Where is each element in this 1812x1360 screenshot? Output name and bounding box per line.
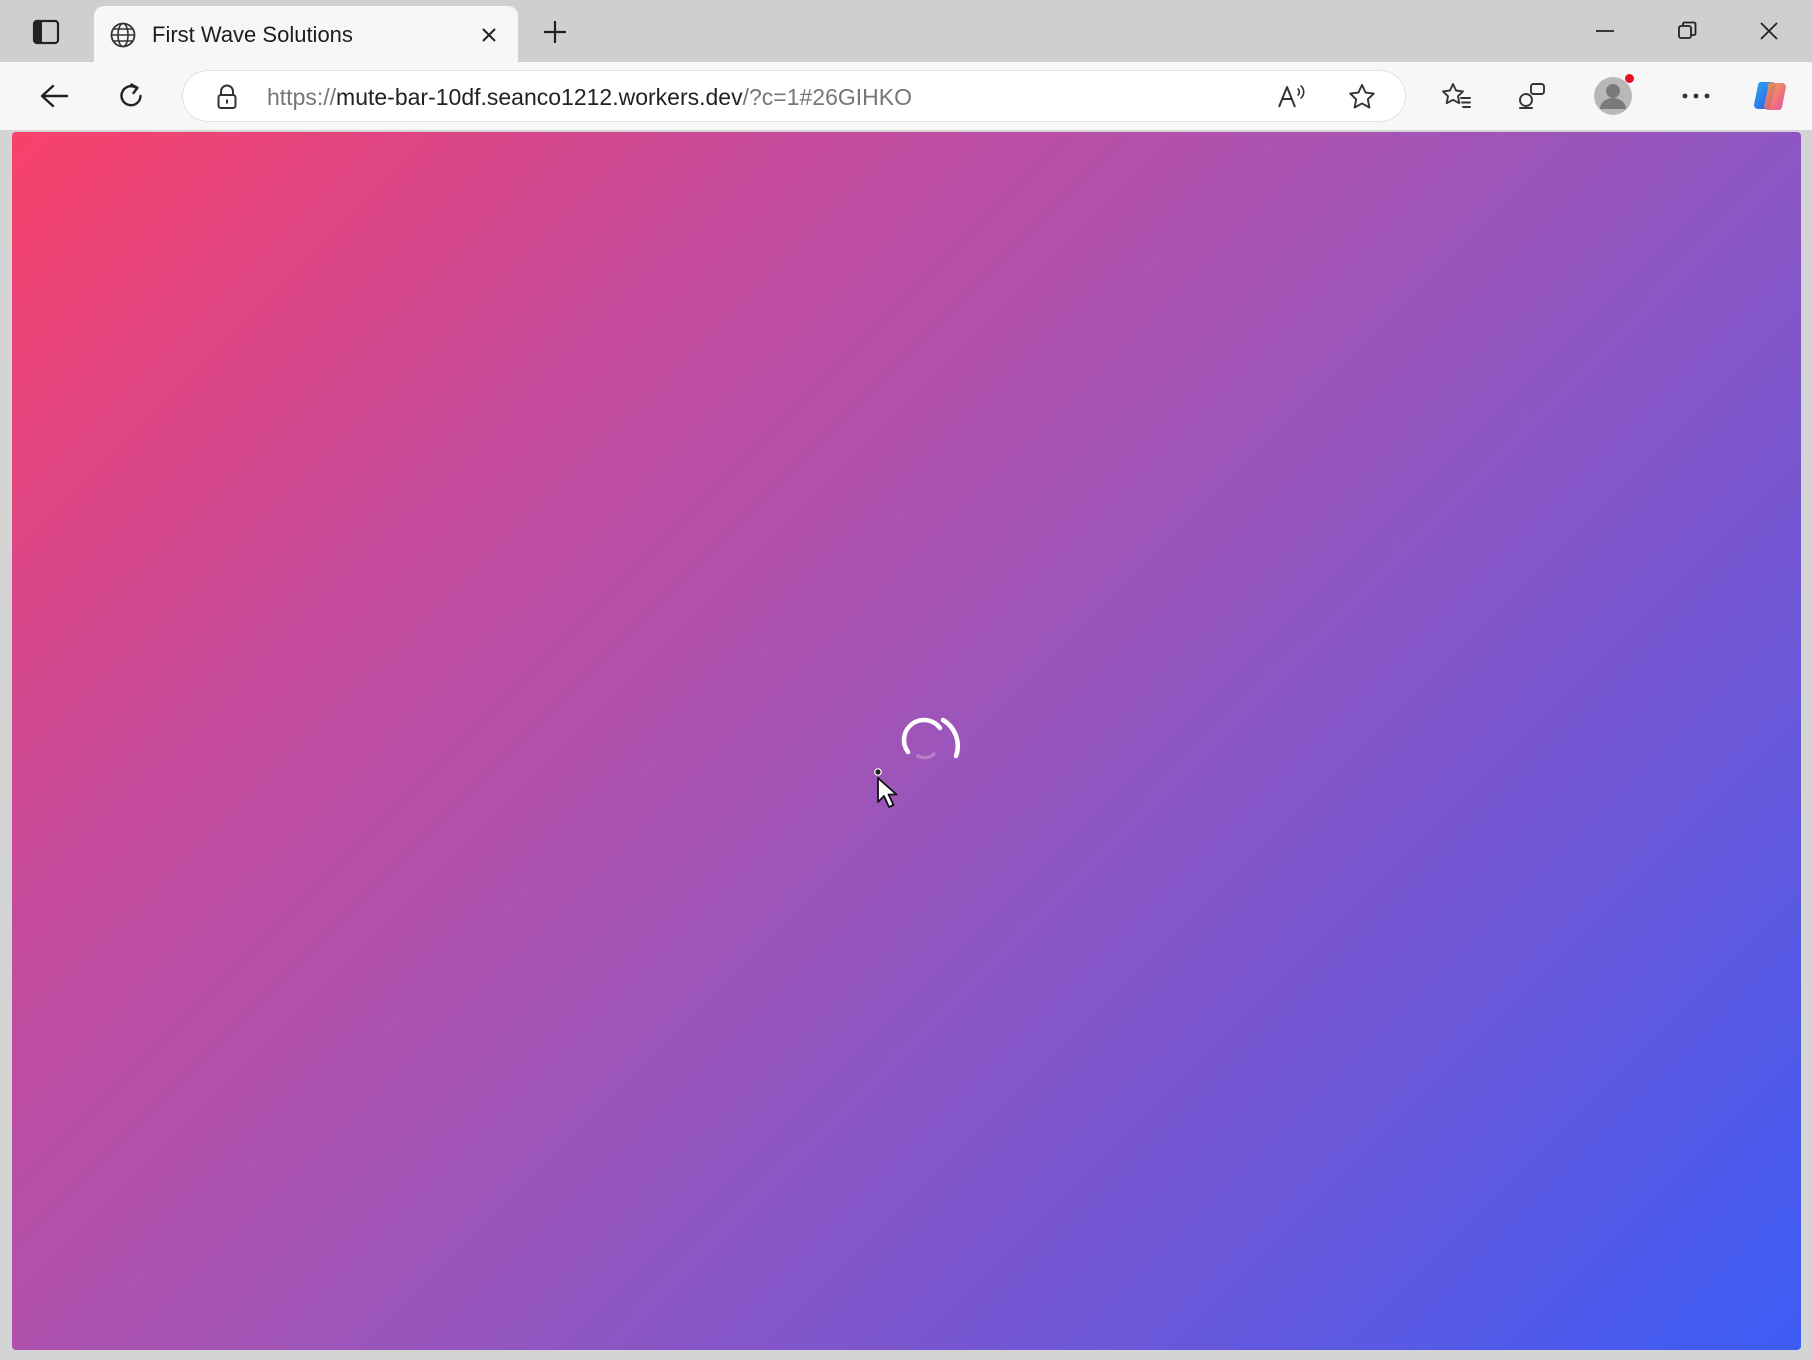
collections-button[interactable] <box>1508 74 1556 118</box>
plus-icon <box>544 21 566 43</box>
address-bar[interactable]: https://mute-bar-10df.seanco1212.workers… <box>182 70 1406 122</box>
favorites-button[interactable] <box>1432 74 1480 118</box>
minimize-button[interactable] <box>1570 8 1640 54</box>
favorite-star-button[interactable] <box>1343 79 1381 115</box>
more-icon <box>1682 93 1710 99</box>
url-text[interactable]: https://mute-bar-10df.seanco1212.workers… <box>267 84 912 111</box>
mouse-cursor-icon <box>874 768 898 808</box>
back-arrow-icon <box>40 84 69 108</box>
minimize-icon <box>1596 30 1614 32</box>
restore-icon <box>1678 21 1697 39</box>
url-host: mute-bar-10df.seanco1212.workers.dev <box>336 84 743 110</box>
page-content <box>12 132 1801 1350</box>
window-close-button[interactable] <box>1734 8 1804 54</box>
refresh-icon <box>120 83 142 107</box>
tab-title: First Wave Solutions <box>152 22 353 47</box>
sidebar-toggle-icon <box>32 19 60 45</box>
back-button[interactable] <box>30 74 78 118</box>
read-aloud-icon <box>1278 85 1305 108</box>
browser-window: First Wave Solutions https://mute-bar-10… <box>0 0 1812 1360</box>
refresh-button[interactable] <box>107 74 155 118</box>
copilot-button[interactable] <box>1746 74 1794 118</box>
star-icon <box>1349 84 1375 109</box>
sidebar-toggle-button[interactable] <box>20 12 72 52</box>
browser-toolbar: https://mute-bar-10df.seanco1212.workers… <box>0 62 1812 130</box>
collections-icon <box>1519 83 1545 109</box>
tab-strip: First Wave Solutions <box>0 0 1812 62</box>
favorites-icon <box>1442 83 1471 108</box>
new-tab-button[interactable] <box>534 12 576 52</box>
close-icon <box>1760 22 1778 40</box>
url-path: /?c=1#26GIHKO <box>742 84 913 110</box>
tab-close-button[interactable] <box>472 18 506 52</box>
tab-active[interactable]: First Wave Solutions <box>94 6 518 62</box>
globe-icon <box>108 20 138 50</box>
notification-dot <box>1625 74 1634 83</box>
more-options-button[interactable] <box>1672 74 1720 118</box>
copilot-icon <box>1754 82 1786 111</box>
profile-button[interactable] <box>1590 74 1636 118</box>
read-aloud-button[interactable] <box>1273 79 1311 115</box>
url-scheme: https:// <box>267 84 337 110</box>
close-icon <box>482 28 496 42</box>
restore-button[interactable] <box>1652 8 1722 54</box>
lock-icon[interactable] <box>213 83 241 111</box>
